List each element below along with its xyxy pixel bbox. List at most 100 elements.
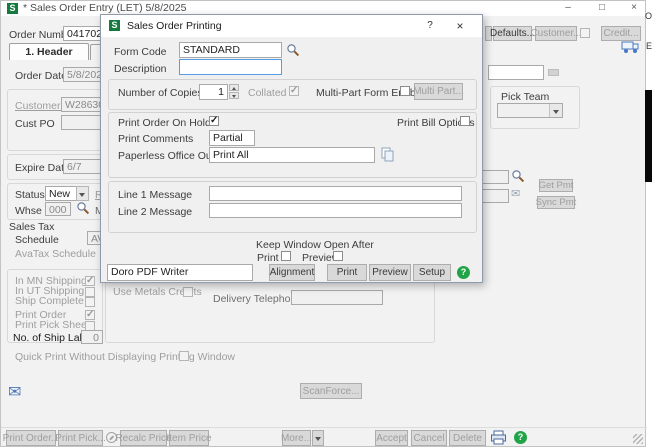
app-icon: S bbox=[7, 3, 18, 14]
payment-lookup-icon[interactable] bbox=[511, 169, 525, 183]
dialog-help-icon[interactable]: ? bbox=[419, 19, 441, 33]
description-field[interactable] bbox=[179, 59, 282, 75]
collated-label: Collated bbox=[248, 87, 287, 99]
sales-order-printing-dialog: S Sales Order Printing ? × Form Code STA… bbox=[100, 14, 483, 283]
schedule-label: Schedule bbox=[15, 234, 59, 246]
bottom-divider bbox=[1, 427, 647, 428]
ship-complete-checkbox[interactable] bbox=[85, 297, 95, 307]
line1-message-label: Line 1 Message bbox=[118, 189, 192, 201]
dialog-print-button[interactable]: Print bbox=[327, 264, 367, 281]
status-label: Status bbox=[15, 189, 45, 201]
copies-field[interactable]: 1 bbox=[199, 84, 228, 100]
envelope-icon[interactable]: ✉ bbox=[511, 187, 520, 200]
spinner-down-icon[interactable] bbox=[229, 92, 239, 99]
window-title: * Sales Order Entry (LET) 5/8/2025 bbox=[23, 2, 186, 14]
collated-checkbox[interactable] bbox=[289, 86, 299, 96]
edge-letter-top: O bbox=[645, 11, 652, 21]
resize-grip[interactable] bbox=[633, 434, 643, 444]
screen: S * Sales Order Entry (LET) 5/8/2025 – □… bbox=[0, 0, 652, 447]
cancel-button[interactable]: Cancel bbox=[411, 430, 447, 446]
customer-button[interactable]: Customer... bbox=[535, 26, 577, 41]
close-icon[interactable]: × bbox=[623, 1, 645, 15]
order-date-label: Order Date bbox=[15, 70, 67, 82]
status-arrow-icon[interactable] bbox=[76, 186, 89, 201]
print-comments-label: Print Comments bbox=[118, 133, 193, 145]
sales-tax-title: Sales Tax bbox=[9, 221, 54, 233]
top-right-field[interactable] bbox=[488, 65, 544, 80]
ship-labels-field[interactable]: 0 bbox=[81, 330, 103, 344]
multipart-checkbox[interactable] bbox=[400, 86, 410, 96]
line2-message-label: Line 2 Message bbox=[118, 206, 192, 218]
whse-label: Whse bbox=[15, 205, 42, 217]
dialog-app-icon: S bbox=[109, 20, 120, 31]
print-on-hold-checkbox[interactable] bbox=[209, 116, 219, 126]
print-on-hold-label: Print Order On Hold bbox=[118, 117, 211, 129]
dialog-titlebar: S Sales Order Printing ? × bbox=[101, 15, 482, 37]
keep-open-label: Keep Window Open After bbox=[256, 239, 374, 251]
delete-button[interactable]: Delete bbox=[449, 430, 486, 446]
print-comments-select[interactable]: Partial bbox=[209, 130, 255, 146]
get-pmt-button[interactable]: Get Pmt bbox=[539, 179, 573, 192]
sync-pmt-button[interactable]: Sync Pmt bbox=[537, 196, 575, 209]
dialog-help-circle-icon[interactable]: ? bbox=[457, 266, 470, 279]
form-code-lookup-icon[interactable] bbox=[286, 43, 300, 57]
recalc-price-button[interactable]: Recalc Price bbox=[120, 430, 167, 446]
keep-preview-checkbox[interactable] bbox=[333, 251, 343, 261]
avatax-label: AvaTax Schedule bbox=[15, 248, 96, 260]
quick-print-label: Quick Print Without Displaying Printing … bbox=[15, 351, 235, 363]
print-order-button[interactable]: Print Order... bbox=[6, 430, 56, 446]
whse-field[interactable]: 000 bbox=[45, 202, 71, 216]
credit-button[interactable]: Credit... bbox=[601, 26, 641, 41]
item-price-button[interactable]: Item Price bbox=[169, 430, 209, 446]
tab-header[interactable]: 1. Header bbox=[9, 43, 89, 60]
minimize-icon[interactable]: – bbox=[557, 1, 579, 15]
in-mn-shipping-checkbox[interactable] bbox=[85, 276, 95, 286]
scanforce-button[interactable]: ScanForce... bbox=[300, 383, 362, 399]
help-icon[interactable]: ? bbox=[514, 431, 527, 444]
paperless-docs-icon[interactable] bbox=[380, 147, 395, 162]
paperless-select[interactable]: Print All bbox=[209, 147, 375, 163]
delivery-telephone-field[interactable] bbox=[291, 290, 383, 305]
printer-select[interactable]: Doro PDF Writer bbox=[107, 264, 253, 281]
cust-po-label: Cust PO bbox=[15, 118, 55, 130]
print-bill-options-checkbox[interactable] bbox=[460, 116, 470, 126]
setup-button[interactable]: Setup bbox=[413, 264, 451, 281]
dialog-close-icon[interactable]: × bbox=[449, 19, 471, 33]
memo-envelope-icon[interactable]: ✉ bbox=[8, 382, 21, 402]
defaults-button[interactable]: Defaults... bbox=[493, 26, 532, 41]
edge-letter-mid: E bbox=[646, 41, 652, 51]
expire-date-label: Expire Date bbox=[15, 162, 70, 174]
spinner-up-icon[interactable] bbox=[229, 84, 239, 91]
form-code-label: Form Code bbox=[114, 46, 167, 58]
more-button[interactable]: More... bbox=[282, 430, 311, 446]
dialog-preview-button[interactable]: Preview bbox=[369, 264, 411, 281]
dropdown-arrow-icon bbox=[549, 104, 562, 117]
use-metals-checkbox[interactable] bbox=[183, 287, 193, 297]
printer-icon[interactable] bbox=[490, 430, 507, 445]
in-ut-shipping-checkbox[interactable] bbox=[85, 287, 95, 297]
background-artifact bbox=[645, 90, 652, 182]
small-gray-button[interactable] bbox=[548, 69, 559, 76]
form-code-field[interactable]: STANDARD bbox=[179, 42, 282, 58]
pick-team-label: Pick Team bbox=[501, 91, 549, 103]
whse-lookup-icon[interactable] bbox=[76, 201, 90, 215]
ship-complete-label: Ship Complete bbox=[15, 295, 84, 307]
description-label: Description bbox=[114, 63, 167, 75]
delivery-telephone-label: Delivery Telephone bbox=[213, 293, 302, 305]
keep-print-checkbox[interactable] bbox=[281, 251, 291, 261]
multi-part-button[interactable]: Multi Part... bbox=[414, 83, 463, 100]
truck-icon[interactable] bbox=[621, 40, 640, 54]
dialog-title: Sales Order Printing bbox=[127, 20, 222, 32]
maximize-icon[interactable]: □ bbox=[591, 1, 613, 15]
more-arrow-button[interactable] bbox=[312, 430, 324, 446]
copies-spinner[interactable] bbox=[229, 84, 239, 99]
alignment-button[interactable]: Alignment bbox=[269, 264, 315, 281]
line1-message-field[interactable] bbox=[209, 186, 462, 201]
line2-message-field[interactable] bbox=[209, 203, 462, 218]
accept-button[interactable]: Accept bbox=[375, 430, 408, 446]
pick-team-select[interactable] bbox=[497, 103, 563, 118]
keep-print-label: Print bbox=[257, 252, 279, 264]
print-pick-button[interactable]: Print Pick... bbox=[58, 430, 103, 446]
customer-checkbox[interactable] bbox=[580, 28, 590, 38]
quick-print-checkbox[interactable] bbox=[179, 351, 189, 361]
